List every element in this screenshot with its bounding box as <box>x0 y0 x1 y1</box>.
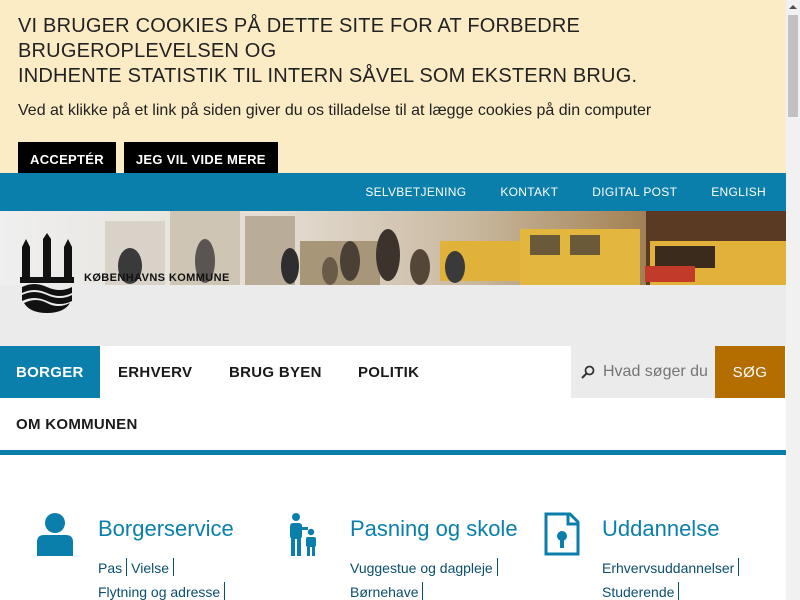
scroll-up-arrow-icon[interactable] <box>786 0 800 14</box>
nav-item-erhverv[interactable]: ERHVERV <box>102 346 208 398</box>
page: VI BRUGER COOKIES PÅ DETTE SITE FOR AT F… <box>0 0 800 600</box>
cookie-title-line-1: VI BRUGER COOKIES PÅ DETTE SITE FOR AT F… <box>18 15 581 62</box>
parent-child-icon <box>290 513 316 556</box>
nav-divider <box>0 450 786 455</box>
cookie-banner: VI BRUGER COOKIES PÅ DETTE SITE FOR AT F… <box>0 0 786 176</box>
link-flytning-og-adresse[interactable]: Flytning og adresse <box>98 584 220 600</box>
section-links: Erhvervsuddannelser Studerende <box>602 558 743 600</box>
utility-links: SELVBETJENING KONTAKT DIGITAL POST ENGLI… <box>365 173 766 211</box>
link-erhvervsuddannelser[interactable]: Erhvervsuddannelser <box>602 560 734 576</box>
cookie-title: VI BRUGER COOKIES PÅ DETTE SITE FOR AT F… <box>18 14 768 89</box>
section-title[interactable]: Uddannelse <box>602 516 719 542</box>
cookie-text: Ved at klikke på et link på siden giver … <box>18 102 652 119</box>
header-band <box>0 285 786 346</box>
section-title[interactable]: Pasning og skole <box>350 516 518 542</box>
nav-item-brug-byen[interactable]: BRUG BYEN <box>213 346 338 398</box>
cookie-title-line-2: INDHENTE STATISTIK TIL INTERN SÅVEL SOM … <box>18 65 638 87</box>
link-bornehave[interactable]: Børnehave <box>350 584 418 600</box>
utility-link-selvbetjening[interactable]: SELVBETJENING <box>365 185 466 199</box>
search-icon <box>581 365 595 379</box>
search-box <box>571 346 715 398</box>
kobenhavn-coat-of-arms-logo[interactable] <box>18 233 76 313</box>
section-links: Vuggestue og dagpleje Børnehave <box>350 558 502 600</box>
scrollbar[interactable] <box>786 0 800 600</box>
section-links: Pas Vielse Flytning og adresse <box>98 558 229 600</box>
read-more-button[interactable]: JEG VIL VIDE MERE <box>123 142 278 176</box>
accept-cookies-button[interactable]: ACCEPTÉR <box>18 142 116 176</box>
section-title[interactable]: Borgerservice <box>98 516 234 542</box>
person-icon <box>37 513 73 556</box>
search-input[interactable] <box>603 363 711 381</box>
logo-text[interactable]: KØBENHAVNS KOMMUNE <box>84 272 230 284</box>
utility-bar: SELVBETJENING KONTAKT DIGITAL POST ENGLI… <box>0 173 786 211</box>
document-icon <box>544 512 580 556</box>
link-studerende[interactable]: Studerende <box>602 584 674 600</box>
cookie-buttons: ACCEPTÉR JEG VIL VIDE MERE <box>18 142 768 176</box>
link-pas[interactable]: Pas <box>98 560 122 576</box>
utility-link-digital-post[interactable]: DIGITAL POST <box>592 185 677 199</box>
nav-item-politik[interactable]: POLITIK <box>342 346 435 398</box>
utility-link-kontakt[interactable]: KONTAKT <box>500 185 558 199</box>
search-button[interactable]: SØG <box>715 346 785 398</box>
nav-item-borger[interactable]: BORGER <box>0 346 100 398</box>
main-navigation: BORGER ERHVERV BRUG BYEN POLITIK OM KOMM… <box>0 346 786 450</box>
utility-link-english[interactable]: ENGLISH <box>711 185 766 199</box>
link-vielse[interactable]: Vielse <box>131 560 169 576</box>
link-vuggestue-og-dagpleje[interactable]: Vuggestue og dagpleje <box>350 560 493 576</box>
scroll-thumb[interactable] <box>788 15 798 117</box>
nav-item-om-kommunen[interactable]: OM KOMMUNEN <box>0 398 154 450</box>
